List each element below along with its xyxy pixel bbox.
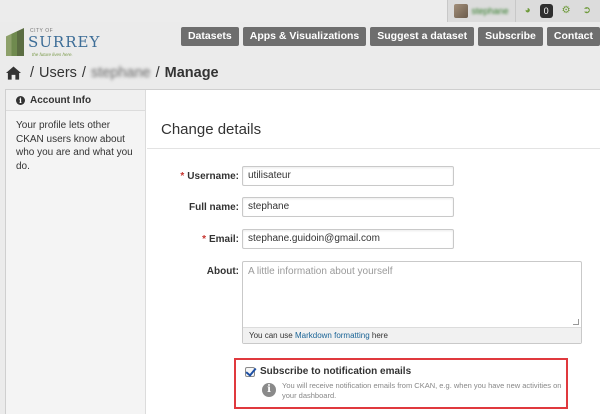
email-label: * Email: [202,234,239,245]
nav-item-contact[interactable]: Contact [546,27,600,46]
sidebar: i Account Info Your profile lets other C… [6,90,146,414]
nav-item-suggest-dataset[interactable]: Suggest a dataset [370,27,475,46]
content-wrapper: i Account Info Your profile lets other C… [5,89,600,414]
username-label: * Username: [180,171,239,182]
settings-gear-icon[interactable]: ⚙ [559,0,574,22]
account-strip: stephane ◕ 0 ⚙ ➲ [0,0,600,22]
breadcrumb-separator: / [30,65,35,81]
avatar [453,4,468,18]
breadcrumb: / Users / stephane / Manage [6,62,219,84]
breadcrumb-users[interactable]: Users [39,65,77,81]
main-nav: Datasets Apps & Visualizations Suggest a… [180,27,600,46]
nav-item-subscribe[interactable]: Subscribe [478,27,543,46]
email-label-text: Email: [208,234,239,245]
about-textarea[interactable]: A little information about yourself [243,262,581,327]
sidebar-heading-text: Account Info [30,94,92,106]
about-label: About: [206,266,239,277]
account-username: stephane [471,6,509,16]
site-logo[interactable]: CITY OF SURREY the future lives here. [4,24,99,60]
fullname-field[interactable]: stephane [242,197,454,217]
markdown-hint: You can use Markdown formatting here [243,327,581,343]
breadcrumb-user[interactable]: stephane [91,65,151,81]
subscribe-label[interactable]: Subscribe to notification emails [260,366,411,377]
masthead: CITY OF SURREY the future lives here. Da… [0,22,600,62]
logo-mark-icon [6,28,24,56]
fullname-label: Full name: [188,202,239,213]
subscribe-notifications-box: Subscribe to notification emails i You w… [234,358,568,409]
about-field-wrapper: A little information about yourself You … [242,261,582,344]
username-label-text: Username: [187,171,239,182]
user-profile-link[interactable]: stephane [453,0,516,22]
username-field[interactable]: utilisateur [242,166,454,186]
markdown-formatting-link[interactable]: Markdown formatting [295,331,370,340]
home-icon[interactable] [6,66,21,80]
markdown-hint-suffix: here [369,331,388,340]
logo-tagline: the future lives here. [32,52,73,57]
dashboard-icon[interactable]: ◕ [522,0,534,22]
primary-content: Change details * Username: utilisateur Fu… [147,90,600,414]
breadcrumb-separator: / [155,65,160,81]
logout-icon[interactable]: ➲ [580,0,594,22]
divider [147,148,600,149]
email-field[interactable]: stephane.guidoin@gmail.com [242,229,454,249]
info-icon: i [262,383,276,397]
activity-count-badge[interactable]: 0 [539,4,553,18]
nav-item-datasets[interactable]: Datasets [180,27,239,46]
subscribe-help-text: You will receive notification emails fro… [282,381,562,400]
required-marker: * [202,234,206,245]
breadcrumb-separator: / [81,65,86,81]
account-masthead: stephane ◕ 0 ⚙ ➲ [446,0,600,22]
page-title: Change details [161,121,262,138]
subscribe-checkbox[interactable] [245,367,255,377]
markdown-hint-prefix: You can use [249,331,295,340]
breadcrumb-current[interactable]: Manage [165,65,219,81]
nav-item-apps-visualizations[interactable]: Apps & Visualizations [242,27,367,46]
info-icon: i [16,95,25,105]
logo-name: SURREY [28,33,101,51]
sidebar-heading: i Account Info [6,90,145,111]
required-marker: * [180,171,185,182]
resize-handle-icon[interactable] [573,319,579,325]
sidebar-body: Your profile lets other CKAN users know … [16,120,133,172]
